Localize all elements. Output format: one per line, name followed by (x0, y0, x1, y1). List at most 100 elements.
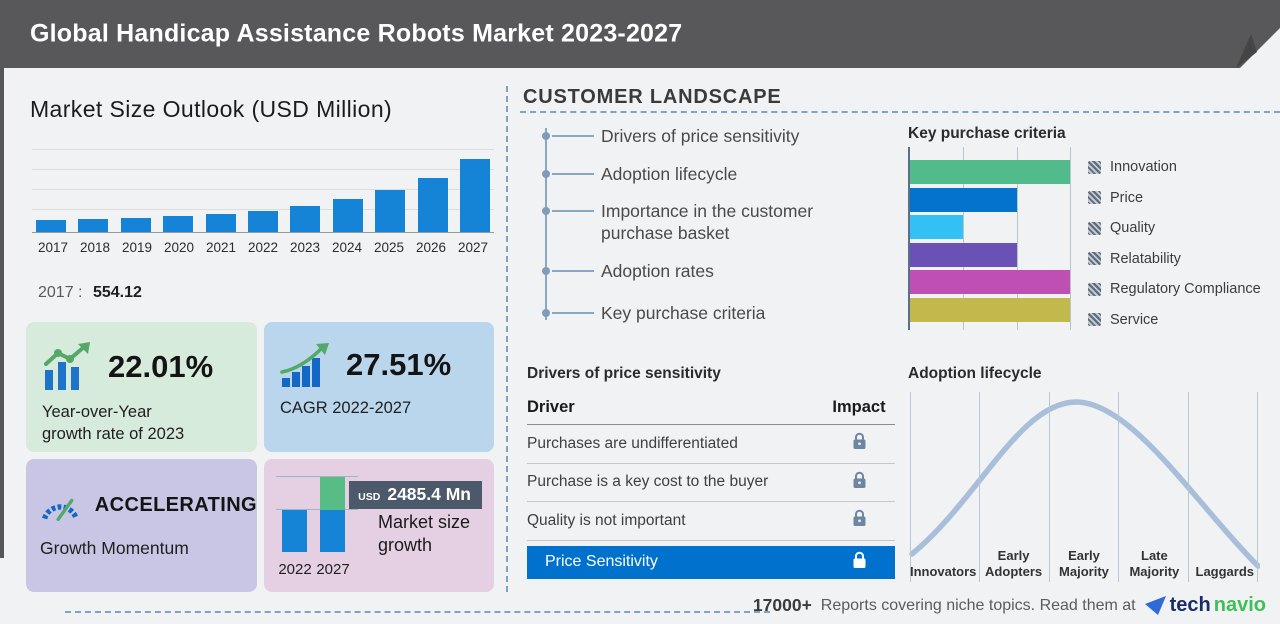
lock-icon (823, 432, 895, 455)
highlight-label: Price Sensitivity (527, 553, 658, 571)
criteria-bar-relatability (910, 243, 1017, 267)
criteria-bar-price (910, 188, 1017, 212)
list-dot (542, 309, 550, 317)
bar-chart-growth-icon (42, 342, 94, 392)
left-edge-strip (0, 68, 4, 558)
customer-landscape-list: Drivers of price sensitivityAdoption lif… (523, 118, 893, 333)
driver-row: Purchases are undifferentiated (527, 425, 895, 464)
footer-divider (65, 611, 770, 613)
legend-swatch-icon (1088, 191, 1101, 204)
legend-swatch-icon (1088, 252, 1101, 265)
gridline (1070, 147, 1071, 330)
year-tick-2027: 2027 (456, 240, 490, 255)
legend-item: Relatability (1088, 244, 1261, 275)
market-outlook-title: Market Size Outlook (USD Million) (30, 96, 392, 123)
legend-label: Quality (1110, 220, 1155, 236)
list-dot (542, 267, 550, 275)
price-sensitivity-title: Drivers of price sensitivity (527, 365, 721, 383)
landscape-item: Importance in the customer purchase bask… (523, 200, 886, 245)
landscape-item-label: Drivers of price sensitivity (601, 125, 799, 147)
market-bars (36, 137, 490, 232)
cagr-value: 27.51% (346, 347, 451, 383)
growth-momentum-card: ACCELERATING Growth Momentum (26, 459, 257, 592)
stage-label-laggards: Laggards (1190, 564, 1260, 582)
key-purchase-criteria-legend: InnovationPriceQualityRelatabilityRegula… (1088, 152, 1261, 335)
market-bar-2023 (290, 206, 320, 232)
market-bar-2025 (375, 190, 405, 232)
mini-year-2027: 2027 (313, 561, 353, 578)
speedometer-icon (40, 483, 81, 527)
market-bar-2027 (460, 159, 490, 232)
landscape-item: Drivers of price sensitivity (523, 125, 799, 147)
year-tick-2019: 2019 (120, 240, 154, 255)
list-connector (552, 135, 594, 137)
incremental-value-badge: USD 2485.4 Mn (349, 481, 482, 509)
stage-label-early-adopters: Early Adopters (978, 548, 1048, 583)
page-curl-decoration (1220, 0, 1280, 68)
year-tick-2018: 2018 (78, 240, 112, 255)
lock-icon (823, 509, 895, 532)
landscape-item-label: Key purchase criteria (601, 302, 765, 324)
legend-label: Price (1110, 190, 1143, 206)
legend-swatch-icon (1088, 313, 1101, 326)
year-tick-2023: 2023 (288, 240, 322, 255)
currency-label: USD (358, 491, 380, 503)
market-year-axis: 2017201820192020202120222023202420252026… (36, 240, 490, 255)
price-sensitivity-highlight-row: Price Sensitivity (527, 546, 895, 579)
header-banner: Global Handicap Assistance Robots Market… (0, 0, 1280, 68)
legend-swatch-icon (1088, 283, 1101, 296)
market-bar-2017 (36, 220, 66, 232)
legend-item: Quality (1088, 213, 1261, 244)
footer: 17000+ Reports covering niche topics. Re… (753, 594, 1266, 617)
brand-navio: navio (1214, 594, 1266, 617)
market-bar-2021 (206, 214, 236, 232)
mini-year-2022: 2022 (275, 561, 315, 578)
market-bar-2022 (248, 211, 278, 232)
mini-bar-2022 (282, 510, 307, 552)
adoption-lifecycle-stages: InnovatorsEarly AdoptersEarly Majority La… (908, 536, 1260, 582)
technavio-triangle-icon (1145, 596, 1167, 616)
year-tick-2017: 2017 (36, 240, 70, 255)
customer-landscape-title: CUSTOMER LANDSCAPE (523, 86, 782, 109)
price-sensitivity-table: Driver Impact Purchases are undifferenti… (527, 398, 895, 579)
list-connector (552, 312, 594, 314)
driver-row: Quality is not important (527, 502, 895, 541)
list-dot (542, 207, 550, 215)
impact-column-header: Impact (823, 398, 895, 417)
heading-divider (520, 111, 1280, 113)
table-header: Driver Impact (527, 398, 895, 425)
driver-row: Purchase is a key cost to the buyer (527, 464, 895, 503)
year-tick-2022: 2022 (246, 240, 280, 255)
yoy-growth-value: 22.01% (108, 349, 213, 385)
legend-label: Relatability (1110, 251, 1181, 267)
legend-swatch-icon (1088, 222, 1101, 235)
incremental-growth-card: 2022 2027 USD 2485.4 Mn Market size grow… (264, 459, 494, 592)
year-tick-2020: 2020 (162, 240, 196, 255)
market-bar-2020 (163, 216, 193, 232)
driver-label: Purchase is a key cost to the buyer (527, 473, 768, 491)
list-dot (542, 170, 550, 178)
yoy-growth-label: Year-over-Year growth rate of 2023 (26, 392, 201, 446)
market-bar-2018 (78, 219, 108, 232)
legend-swatch-icon (1088, 161, 1101, 174)
landscape-item-label: Importance in the customer purchase bask… (601, 200, 886, 245)
momentum-label: Growth Momentum (26, 527, 257, 560)
legend-item: Price (1088, 183, 1261, 214)
cagr-trend-icon (280, 342, 332, 388)
legend-item: Service (1088, 305, 1261, 336)
stage-label-early-majority: Early Majority (1049, 548, 1119, 583)
market-size-bar-chart (32, 138, 494, 233)
cagr-label: CAGR 2022-2027 (264, 388, 494, 420)
report-count: 17000+ (753, 595, 812, 616)
year-tick-2025: 2025 (372, 240, 406, 255)
footer-text: Reports covering niche topics. Read them… (821, 597, 1136, 615)
stage-label-innovators: Innovators (908, 564, 978, 582)
key-purchase-criteria-title: Key purchase criteria (908, 125, 1066, 143)
incremental-label: Market size growth (378, 511, 494, 558)
landscape-item: Adoption rates (523, 260, 714, 282)
adoption-lifecycle-title: Adoption lifecycle (908, 365, 1042, 383)
technavio-logo[interactable]: technavio (1145, 594, 1266, 617)
lock-icon (823, 471, 895, 494)
driver-label: Purchases are undifferentiated (527, 435, 738, 453)
legend-label: Regulatory Compliance (1110, 281, 1261, 297)
